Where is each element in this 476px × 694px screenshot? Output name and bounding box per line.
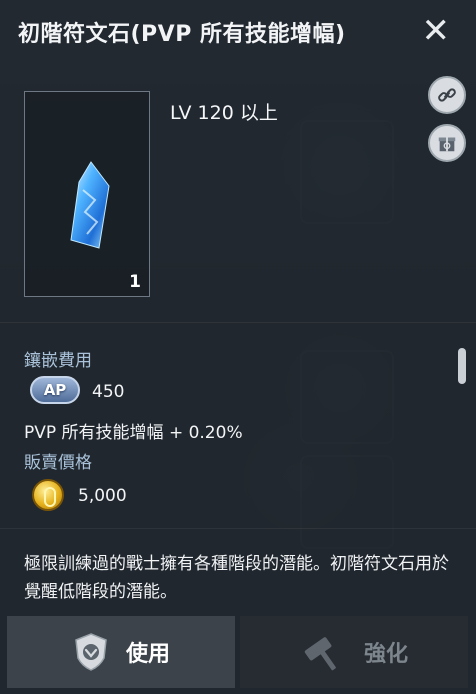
link-button[interactable] xyxy=(428,76,466,114)
use-button[interactable]: 使用 xyxy=(7,616,235,688)
tooltip-header: 初階符文石(PVP 所有技能增幅) ✕ xyxy=(0,0,476,66)
upgrade-button-label: 強化 xyxy=(363,642,408,667)
shield-icon xyxy=(75,633,107,671)
divider xyxy=(0,528,476,529)
sell-price-value: 5,000 xyxy=(78,486,127,506)
close-icon[interactable]: ✕ xyxy=(422,12,451,50)
item-icon-slot: 1 xyxy=(24,91,150,297)
upgrade-button[interactable]: 強化 xyxy=(240,616,468,688)
gift-box-icon xyxy=(438,137,456,152)
gift-button[interactable] xyxy=(428,124,466,162)
ap-currency-badge: AP xyxy=(30,376,80,404)
rune-stone-icon xyxy=(70,161,110,249)
scrollbar-thumb[interactable] xyxy=(458,348,466,384)
hammer-icon xyxy=(304,637,336,671)
inlay-cost-label: 鑲嵌費用 xyxy=(24,351,92,371)
item-quantity: 1 xyxy=(129,272,141,292)
inlay-cost-value: 450 xyxy=(92,382,125,402)
item-tooltip-panel: 初階符文石(PVP 所有技能增幅) ✕ 1 LV 120 以上 鑲嵌費用 AP … xyxy=(0,0,476,694)
use-button-label: 使用 xyxy=(125,642,170,667)
sell-price-label: 販賣價格 xyxy=(24,453,92,473)
effect-text: PVP 所有技能增幅 + 0.20% xyxy=(24,423,243,443)
item-title: 初階符文石(PVP 所有技能增幅) xyxy=(18,22,346,47)
level-requirement: LV 120 以上 xyxy=(170,102,278,124)
divider xyxy=(0,322,476,323)
item-description: 極限訓練過的戰士擁有各種階段的潛能。初階符文石用於覺醒低階段的潛能。 xyxy=(24,554,449,602)
link-icon xyxy=(438,88,456,102)
gold-coin-icon xyxy=(32,479,64,511)
